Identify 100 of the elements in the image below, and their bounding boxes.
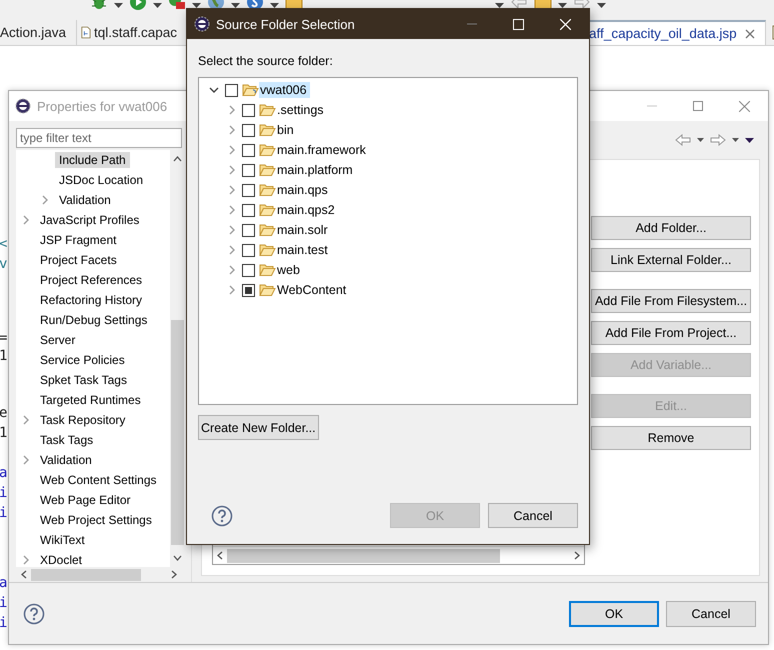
scrollbar[interactable] [213, 546, 584, 564]
checkbox[interactable] [242, 144, 255, 156]
folder-tree[interactable]: vwat006 .settings bin main.framework main.platform main.qps main.qps2 main.solr main.test web WebContent [198, 77, 578, 405]
caret-icon[interactable] [732, 138, 739, 142]
action-button[interactable]: Remove [591, 426, 751, 450]
folder-icon [259, 163, 276, 177]
checkbox[interactable] [242, 104, 255, 116]
caret-icon[interactable] [697, 138, 704, 142]
code-text: e [0, 405, 8, 421]
tree-item[interactable]: JSDoc Location [55, 172, 148, 188]
action-button[interactable]: Add File From Project... [591, 321, 751, 345]
help-icon[interactable] [23, 602, 45, 624]
tree-item[interactable]: Task Repository [36, 412, 130, 428]
tree-item[interactable]: XDoclet [36, 552, 86, 567]
scroll-left-icon[interactable] [217, 551, 223, 560]
tree-item[interactable]: main.solr [276, 222, 331, 238]
folder-icon [259, 263, 276, 277]
folder-icon [259, 243, 276, 257]
tree-item[interactable]: WikiText [36, 532, 89, 548]
folder-icon [259, 123, 276, 137]
code-text: i [0, 505, 8, 521]
tree-item[interactable]: Include Path [55, 152, 130, 168]
tree-item[interactable]: web [276, 262, 303, 278]
tree-item[interactable]: JSP Fragment [36, 232, 120, 248]
tree-item[interactable]: main.framework [276, 142, 369, 158]
tree-item[interactable]: Project References [36, 272, 146, 288]
dialog-button[interactable]: Cancel [488, 503, 578, 528]
tree-item[interactable]: vwat006 [259, 82, 310, 98]
folder-icon [259, 103, 276, 117]
tree-item[interactable]: bin [276, 122, 297, 138]
tree-item[interactable]: Run/Debug Settings [36, 312, 152, 328]
tree-item[interactable]: Web Project Settings [36, 512, 156, 528]
expand-chevron-icon[interactable] [41, 195, 49, 205]
checkbox[interactable] [242, 244, 255, 256]
dialog-button[interactable]: OK [569, 600, 659, 626]
expand-chevron-icon[interactable] [22, 455, 30, 465]
action-button[interactable]: Add File From Filesystem... [591, 289, 751, 313]
filter-field[interactable]: type filter text [16, 128, 182, 148]
tree-item[interactable]: Project Facets [36, 252, 121, 268]
tree-item[interactable]: Service Policies [36, 352, 129, 368]
scroll-right-icon[interactable] [574, 551, 580, 560]
tree-item[interactable]: .settings [276, 102, 327, 118]
editor-tab[interactable]: Action.java [0, 20, 78, 45]
tree-item[interactable]: Task Tags [36, 432, 98, 448]
checkbox[interactable] [225, 84, 238, 96]
checkbox[interactable] [242, 264, 255, 276]
dialog-button[interactable]: Cancel [666, 600, 756, 626]
caret-icon[interactable] [153, 3, 162, 8]
editor-tab[interactable]: tql.staff.capac [77, 20, 178, 45]
tree-item[interactable]: Refactoring History [36, 292, 146, 308]
folder-icon [259, 283, 276, 297]
tree-item[interactable]: main.qps [276, 182, 331, 198]
tree-item[interactable]: Server [36, 332, 80, 348]
eclipse-icon [15, 98, 31, 114]
code-text: i [0, 615, 8, 631]
checkbox[interactable] [242, 124, 255, 136]
scroll-down-icon[interactable] [173, 555, 182, 561]
folder-icon [259, 203, 276, 217]
checkbox[interactable] [242, 184, 255, 196]
tree-item[interactable]: main.qps2 [276, 202, 338, 218]
tree-item[interactable]: Validation [55, 192, 115, 208]
expand-chevron-icon[interactable] [22, 415, 30, 425]
scroll-up-icon[interactable] [173, 156, 182, 162]
scroll-right-icon[interactable] [171, 570, 177, 579]
code-text: 1 [0, 348, 8, 364]
tree-item[interactable]: Web Content Settings [36, 472, 161, 488]
tree-item[interactable]: WebContent [276, 282, 350, 298]
action-button[interactable]: Add Folder... [591, 216, 751, 240]
scroll-left-icon[interactable] [21, 570, 27, 579]
caret-icon[interactable] [597, 3, 606, 8]
expand-chevron-icon[interactable] [22, 555, 30, 565]
code-text: 1 [0, 425, 8, 441]
expand-chevron-icon[interactable] [22, 215, 30, 225]
editor-tab[interactable]: aff_capacity_oil_data.jsp [589, 20, 766, 45]
checkbox[interactable] [242, 224, 255, 236]
action-button[interactable]: Link External Folder... [591, 248, 751, 272]
prompt-label: Select the source folder: [198, 54, 334, 68]
tree-item[interactable]: Web Page Editor [36, 492, 134, 508]
create-folder-button[interactable]: Create New Folder... [198, 415, 319, 440]
checkbox[interactable] [242, 164, 255, 176]
scrollbar[interactable] [170, 150, 185, 567]
checkbox[interactable] [242, 284, 255, 296]
tree-item[interactable]: main.test [276, 242, 331, 258]
caret-icon[interactable] [114, 3, 123, 8]
tree-item[interactable]: Targeted Runtimes [36, 392, 145, 408]
menu-caret-icon[interactable] [745, 138, 754, 142]
checkbox[interactable] [242, 204, 255, 216]
folder-icon [259, 143, 276, 157]
file-icon [81, 25, 91, 40]
project-folder-icon [242, 83, 259, 97]
help-icon[interactable] [211, 504, 233, 526]
tree-item[interactable]: main.platform [276, 162, 356, 178]
eclipse-icon [194, 16, 210, 32]
tree-item[interactable]: Validation [36, 452, 96, 468]
collapse-chevron-icon[interactable] [209, 86, 219, 94]
tree-item[interactable]: JavaScript Profiles [36, 212, 144, 228]
window-title: Source Folder Selection [216, 16, 355, 32]
code-text: i [0, 485, 8, 501]
code-text: a [0, 575, 8, 591]
tree-item[interactable]: Spket Task Tags [36, 372, 131, 388]
